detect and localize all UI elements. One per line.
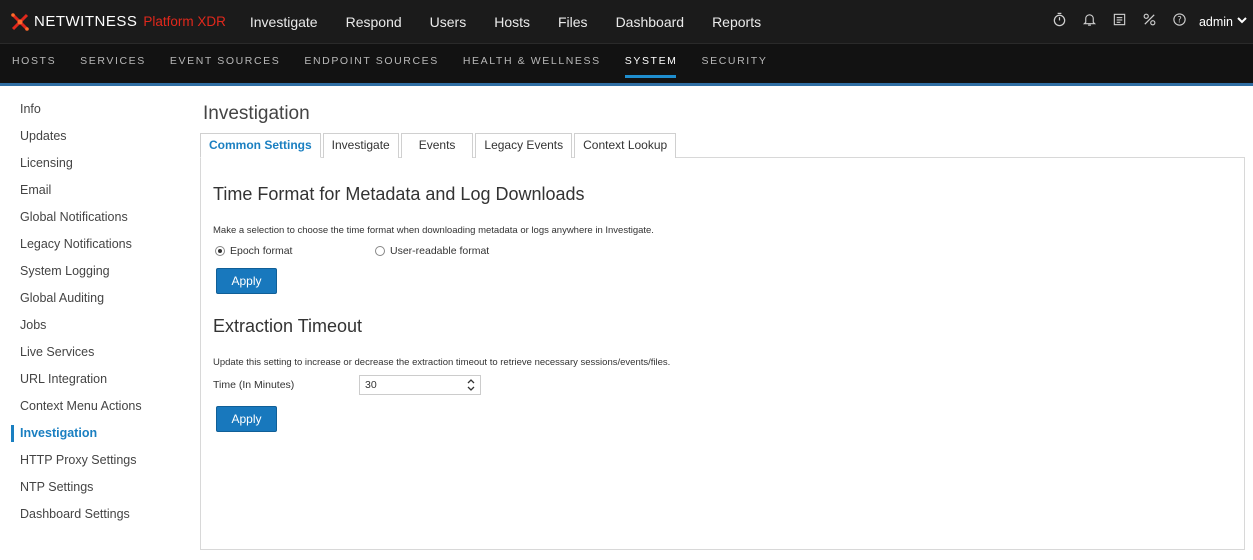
sidebar-item-live-services[interactable]: Live Services (0, 339, 190, 366)
extraction-timeout-apply-button[interactable]: Apply (216, 406, 277, 432)
admin-sub-navigation: HOSTS SERVICES EVENT SOURCES ENDPOINT SO… (0, 43, 1253, 83)
svg-text:?: ? (1178, 15, 1182, 25)
nav-reports[interactable]: Reports (698, 14, 775, 30)
top-navigation-bar: NETWITNESS Platform XDR Investigate Resp… (0, 0, 1253, 43)
sidebar-item-email[interactable]: Email (0, 177, 190, 204)
subnav-security[interactable]: SECURITY (690, 44, 780, 84)
extraction-timeout-input[interactable]: 30 (359, 375, 481, 395)
sidebar-item-dashboard-settings[interactable]: Dashboard Settings (0, 501, 190, 528)
settings-tabs: Common Settings Investigate Events Legac… (200, 133, 678, 158)
page-title: Investigation (203, 103, 310, 124)
radio-selected-icon (215, 246, 225, 256)
settings-panel (200, 157, 1245, 550)
sidebar-item-info[interactable]: Info (0, 96, 190, 123)
tab-legacy-events[interactable]: Legacy Events (475, 133, 573, 158)
subnav-system[interactable]: SYSTEM (613, 44, 690, 84)
nav-dashboard[interactable]: Dashboard (602, 14, 699, 30)
main-nav: Investigate Respond Users Hosts Files Da… (236, 14, 775, 30)
subnav-endpoint-sources[interactable]: ENDPOINT SOURCES (292, 44, 451, 84)
subnav-event-sources[interactable]: EVENT SOURCES (158, 44, 292, 84)
sidebar-item-updates[interactable]: Updates (0, 123, 190, 150)
tab-common-settings[interactable]: Common Settings (200, 133, 321, 158)
logo-product-name: Platform XDR (143, 14, 226, 29)
sidebar-item-jobs[interactable]: Jobs (0, 312, 190, 339)
sidebar-item-legacy-notifications[interactable]: Legacy Notifications (0, 231, 190, 258)
sidebar-item-global-notifications[interactable]: Global Notifications (0, 204, 190, 231)
netwitness-logo-icon (11, 12, 29, 31)
extraction-timeout-title: Extraction Timeout (213, 316, 363, 336)
netwitness-logo[interactable]: NETWITNESS Platform XDR (10, 0, 236, 43)
nav-users[interactable]: Users (416, 14, 481, 30)
extraction-timeout-help: Update this setting to increase or decre… (213, 357, 671, 368)
epoch-format-label: Epoch format (230, 245, 293, 257)
subnav-health-wellness[interactable]: HEALTH & WELLNESS (451, 44, 613, 84)
tasks-icon[interactable] (1105, 12, 1135, 31)
stepper-arrows-icon[interactable] (467, 378, 475, 393)
system-sidebar: Info Updates Licensing Email Global Noti… (0, 96, 190, 528)
sidebar-item-http-proxy-settings[interactable]: HTTP Proxy Settings (0, 447, 190, 474)
user-menu[interactable]: admin (1199, 15, 1233, 29)
help-icon[interactable]: ? (1165, 12, 1195, 31)
radio-unselected-icon (375, 246, 385, 256)
nav-hosts[interactable]: Hosts (480, 14, 544, 30)
extraction-timeout-value: 30 (365, 379, 377, 391)
sidebar-item-investigation[interactable]: Investigation (0, 420, 190, 447)
nav-respond[interactable]: Respond (332, 14, 416, 30)
logo-text: NETWITNESS (34, 13, 138, 30)
subnav-hosts[interactable]: HOSTS (0, 44, 68, 84)
sidebar-item-global-auditing[interactable]: Global Auditing (0, 285, 190, 312)
user-readable-format-radio[interactable]: User-readable format (375, 245, 489, 257)
time-format-apply-button[interactable]: Apply (216, 268, 277, 294)
tab-context-lookup[interactable]: Context Lookup (574, 133, 677, 158)
epoch-format-radio[interactable]: Epoch format (215, 245, 292, 257)
time-format-help: Make a selection to choose the time form… (213, 225, 654, 236)
nav-files[interactable]: Files (544, 14, 602, 30)
user-readable-format-label: User-readable format (390, 245, 490, 257)
tab-investigate[interactable]: Investigate (322, 133, 399, 158)
time-format-title: Time Format for Metadata and Log Downloa… (213, 184, 585, 204)
sidebar-item-url-integration[interactable]: URL Integration (0, 366, 190, 393)
tab-events[interactable]: Events (400, 133, 474, 158)
sidebar-item-ntp-settings[interactable]: NTP Settings (0, 474, 190, 501)
bell-icon[interactable] (1075, 12, 1105, 31)
sidebar-item-licensing[interactable]: Licensing (0, 150, 190, 177)
nav-investigate[interactable]: Investigate (236, 14, 332, 30)
tools-icon[interactable] (1135, 12, 1165, 31)
chevron-down-icon[interactable] (1237, 16, 1247, 27)
subnav-services[interactable]: SERVICES (68, 44, 158, 84)
sidebar-item-system-logging[interactable]: System Logging (0, 258, 190, 285)
header-divider (0, 83, 1253, 86)
time-in-minutes-label: Time (In Minutes) (213, 379, 295, 391)
sidebar-item-context-menu-actions[interactable]: Context Menu Actions (0, 393, 190, 420)
top-icons: ? admin (1045, 0, 1247, 43)
stopwatch-icon[interactable] (1045, 12, 1075, 31)
